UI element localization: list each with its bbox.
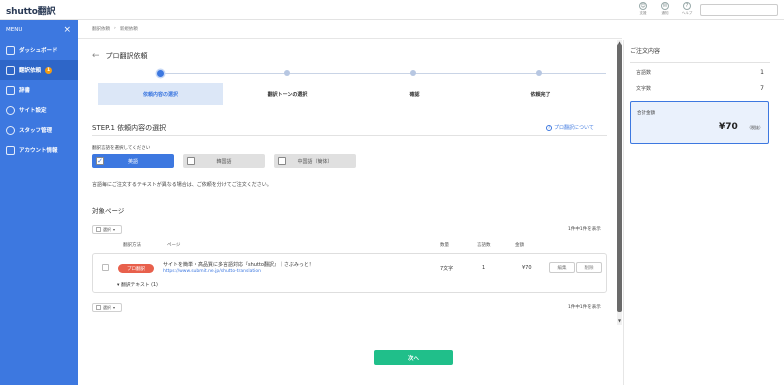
order-title: ご注文内容 xyxy=(630,48,661,55)
table-row: プロ翻訳 サイトを簡単・高品質に多言語対応『shutto翻訳』｜さぶみっと！ h… xyxy=(92,253,607,293)
tax-note: （税抜） xyxy=(747,125,763,130)
checkbox-icon xyxy=(96,305,101,310)
back-arrow-icon[interactable]: ← xyxy=(92,51,100,61)
chevron-right-icon: › xyxy=(114,26,116,31)
bulk-select-dropdown[interactable]: 選択 ▾ xyxy=(92,225,122,234)
dictionary-icon xyxy=(6,85,15,95)
menu-header: MENU × xyxy=(0,20,78,40)
section-title: STEP.1 依頼内容の選択 xyxy=(92,124,167,132)
scroll-down-icon[interactable]: ▼ xyxy=(617,318,622,323)
top-bar: shutto翻訳 ☺ 支援 ✉ 通知 ? ヘルプ xyxy=(0,0,784,20)
menu-label: MENU xyxy=(6,27,23,33)
step-dot-4 xyxy=(536,70,542,76)
delete-button[interactable]: 削除 xyxy=(576,262,602,273)
site-select[interactable] xyxy=(700,4,778,16)
step-3-label: 確認 xyxy=(409,91,420,98)
total-label: 合計金額 xyxy=(637,111,655,116)
sidebar-item-dictionary[interactable]: 辞書 xyxy=(0,80,78,100)
step-dot-3 xyxy=(410,70,416,76)
support-icon[interactable]: ☺ 支援 xyxy=(636,2,650,16)
checkbox-icon xyxy=(278,156,286,165)
translation-text-toggle[interactable]: ▾ 翻訳テキスト (1) xyxy=(117,281,158,288)
step-dot-1 xyxy=(157,69,164,77)
help-link[interactable]: ? プロ翻訳について xyxy=(546,124,594,131)
next-button[interactable]: 次へ xyxy=(374,350,453,365)
breadcrumb: 翻訳依頼 › 新規依頼 xyxy=(92,26,138,32)
page-title: プロ翻訳依頼 xyxy=(105,52,148,60)
sidebar-item-account[interactable]: アカウント情報 xyxy=(0,140,78,160)
total-box: 合計金額 ¥70 （税抜） xyxy=(630,101,769,144)
total-price: ¥70 xyxy=(719,122,738,132)
target-pages-title: 対象ページ xyxy=(92,207,125,215)
divider xyxy=(92,135,607,136)
step-1-label: 依頼内容の選択 xyxy=(98,83,223,105)
checkbox-icon xyxy=(187,156,195,165)
step-4-label: 依頼完了 xyxy=(530,91,551,98)
help-icon[interactable]: ? ヘルプ xyxy=(680,2,694,16)
step-2-label: 翻訳トーンの選択 xyxy=(267,91,308,98)
edit-button[interactable]: 編集 xyxy=(549,262,575,273)
column-header: ページ xyxy=(167,243,181,248)
result-count: 1件中1件を表示 xyxy=(568,305,601,310)
translation-method-badge: プロ翻訳 xyxy=(118,264,154,273)
bulk-select-dropdown[interactable]: 選択 ▾ xyxy=(92,303,122,312)
row-checkbox[interactable] xyxy=(102,264,109,271)
sidebar-item-site-settings[interactable]: サイト設定 xyxy=(0,100,78,120)
language-prompt: 翻訳言語を選択してください xyxy=(92,146,151,151)
language-option-korean[interactable]: 韓国語 xyxy=(183,154,265,168)
result-count: 1件中1件を表示 xyxy=(568,227,601,232)
sidebar-item-staff[interactable]: スタッフ管理 xyxy=(0,120,78,140)
notice-text: 言語毎にご注文するテキストが異なる場合は、ご依頼を分けてご注文ください。 xyxy=(92,182,272,188)
page-name: サイトを簡単・高品質に多言語対応『shutto翻訳』｜さぶみっと！ xyxy=(163,262,314,268)
checkbox-checked-icon: ✓ xyxy=(96,156,104,165)
logo[interactable]: shutto翻訳 xyxy=(6,4,56,17)
column-header: 数量 xyxy=(440,243,449,248)
order-characters-row: 文字数 7 xyxy=(636,85,764,92)
divider xyxy=(630,62,770,63)
sidebar-item-dashboard[interactable]: ダッシュボード xyxy=(0,40,78,60)
divider xyxy=(78,38,622,39)
column-header: 言語数 xyxy=(477,243,491,248)
column-header: 金額 xyxy=(515,243,524,248)
sidebar: MENU × ダッシュボード 翻訳依頼 1 辞書 サイト設定 スタッフ管理 アカウ… xyxy=(0,20,78,385)
caret-down-icon: ▾ xyxy=(113,305,116,310)
header-icons: ☺ 支援 ✉ 通知 ? ヘルプ xyxy=(636,2,694,16)
gear-icon xyxy=(6,105,15,115)
close-icon[interactable]: × xyxy=(63,25,71,35)
page-header: ← プロ翻訳依頼 xyxy=(92,51,148,61)
staff-icon xyxy=(6,125,15,135)
scrollbar-thumb[interactable] xyxy=(617,44,622,312)
breadcrumb-item[interactable]: 翻訳依頼 xyxy=(92,26,110,32)
breadcrumb-item: 新規依頼 xyxy=(119,27,138,32)
step-dot-2 xyxy=(284,70,290,76)
notification-badge: 1 xyxy=(45,66,53,74)
language-option-chinese[interactable]: 中国語（簡体） xyxy=(274,154,356,168)
sidebar-item-translation-request[interactable]: 翻訳依頼 1 xyxy=(0,60,78,80)
caret-down-icon: ▾ xyxy=(113,227,116,232)
language-option-english[interactable]: ✓ 英語 xyxy=(92,154,174,168)
question-icon: ? xyxy=(546,124,552,131)
column-header: 翻訳方法 xyxy=(123,243,141,248)
dashboard-icon xyxy=(6,45,15,55)
notification-icon[interactable]: ✉ 通知 xyxy=(658,2,672,16)
quantity-cell: 7文字 xyxy=(440,266,454,272)
account-icon xyxy=(6,145,15,155)
price-cell: ¥70 xyxy=(522,265,532,271)
order-languages-row: 言語数 1 xyxy=(636,69,764,76)
page-url-link[interactable]: https://www.submit.ne.jp/shutto-translat… xyxy=(163,269,261,274)
translation-request-icon xyxy=(6,65,15,75)
languages-cell: 1 xyxy=(482,265,486,271)
checkbox-icon xyxy=(96,227,101,232)
